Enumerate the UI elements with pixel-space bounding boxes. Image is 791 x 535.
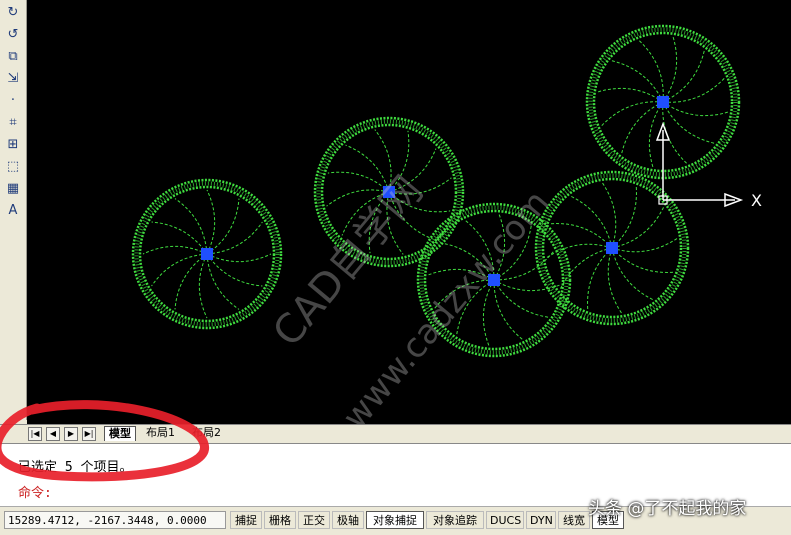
extend-icon[interactable]: ⊞: [3, 134, 23, 154]
status-toggle-3[interactable]: 极轴: [332, 511, 364, 529]
command-prompt[interactable]: 命令:: [18, 482, 52, 501]
drawing-canvas[interactable]: X CAD自学网 www.cadzxw.com: [27, 0, 791, 424]
undo-arc-icon[interactable]: ↺: [3, 24, 23, 44]
point-icon[interactable]: ·: [3, 90, 23, 110]
status-toggle-7[interactable]: DYN: [526, 511, 556, 529]
prev-tab-button[interactable]: ◀: [46, 427, 60, 441]
text-icon[interactable]: A: [3, 200, 23, 220]
coordinate-readout: 15289.4712, -2167.3448, 0.0000: [4, 511, 226, 529]
ucs-icon: [655, 121, 744, 208]
ucs-x-label: X: [751, 191, 762, 210]
status-toggle-0[interactable]: 捕捉: [230, 511, 262, 529]
grip-point[interactable]: [606, 242, 618, 254]
tab-layout2[interactable]: 布局2: [188, 426, 225, 440]
layout-tabs-bar: |◀ ◀ ▶ ▶| 模型 布局1 布局2: [0, 424, 791, 443]
toutiao-watermark: 头条 @了不起我的家: [588, 499, 747, 519]
table-icon[interactable]: ▦: [3, 178, 23, 198]
next-tab-button[interactable]: ▶: [64, 427, 78, 441]
wheel-block-0[interactable]: [131, 178, 283, 330]
trim-icon[interactable]: ⌗: [3, 112, 23, 132]
status-toggle-8[interactable]: 线宽: [558, 511, 590, 529]
status-toggle-6[interactable]: DUCS: [486, 511, 524, 529]
status-toggle-1[interactable]: 栅格: [264, 511, 296, 529]
grip-point[interactable]: [657, 96, 669, 108]
first-tab-button[interactable]: |◀: [28, 427, 42, 441]
grip-point[interactable]: [201, 248, 213, 260]
tab-model[interactable]: 模型: [104, 426, 136, 441]
command-history-line: 已选定 5 个项目。: [18, 460, 133, 475]
break-icon[interactable]: ⬚: [3, 156, 23, 176]
status-toggle-5[interactable]: 对象追踪: [426, 511, 484, 529]
modify-toolbar: ↻ ↺ ⧉ ⇲ · ⌗ ⊞ ⬚ ▦ A: [0, 0, 27, 420]
rotate-icon[interactable]: ↻: [3, 2, 23, 22]
wheel-block-3[interactable]: [534, 170, 690, 326]
scale-icon[interactable]: ⧉: [3, 46, 23, 66]
stretch-icon[interactable]: ⇲: [3, 68, 23, 88]
tab-layout1[interactable]: 布局1: [142, 426, 179, 440]
status-toggle-4[interactable]: 对象捕捉: [366, 511, 424, 529]
status-toggle-2[interactable]: 正交: [298, 511, 330, 529]
last-tab-button[interactable]: ▶|: [82, 427, 96, 441]
